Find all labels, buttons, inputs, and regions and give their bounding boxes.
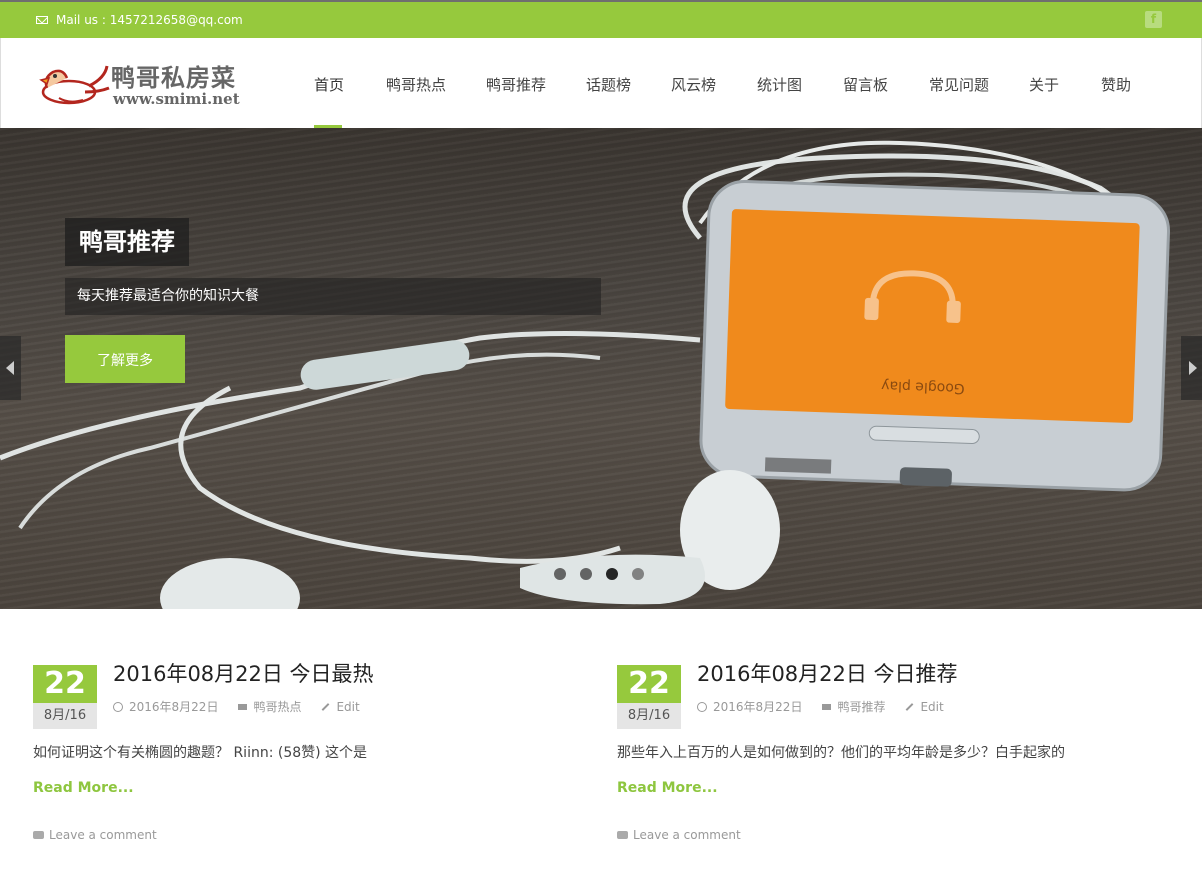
leave-comment-link[interactable]: Leave a comment bbox=[617, 828, 741, 842]
post-category[interactable]: 鸭哥热点 bbox=[253, 698, 301, 715]
facebook-icon[interactable]: f bbox=[1145, 11, 1162, 28]
nav-item-home[interactable]: 首页 bbox=[314, 74, 344, 95]
hero-subtitle: 每天推荐最适合你的知识大餐 bbox=[65, 278, 601, 315]
post-date-badge: 22 8月/16 bbox=[33, 665, 97, 729]
mail-text: Mail us : 1457212658@qq.com bbox=[56, 13, 243, 27]
nav-item-hot[interactable]: 鸭哥热点 bbox=[386, 74, 446, 95]
hero-slider: Google play 鸭哥推荐 每天推荐最适合你的知识大餐 了解更多 bbox=[0, 128, 1202, 609]
pencil-icon bbox=[322, 702, 330, 711]
leave-comment-label: Leave a comment bbox=[49, 828, 157, 842]
post-date[interactable]: 2016年8月22日 bbox=[129, 698, 218, 715]
logo-title: 鸭哥私房菜 bbox=[111, 63, 236, 92]
post-edit-link[interactable]: Edit bbox=[920, 700, 943, 714]
nav-item-sponsor[interactable]: 赞助 bbox=[1101, 74, 1131, 95]
slider-prev-button[interactable] bbox=[0, 336, 21, 400]
post-month-year: 8月/16 bbox=[33, 703, 97, 729]
folder-icon bbox=[238, 703, 248, 710]
slider-dot[interactable] bbox=[554, 568, 566, 580]
nav-item-about[interactable]: 关于 bbox=[1029, 74, 1059, 95]
leave-comment-label: Leave a comment bbox=[633, 828, 741, 842]
post-day: 22 bbox=[33, 665, 97, 703]
slider-dot[interactable] bbox=[632, 568, 644, 580]
slider-pagination bbox=[554, 568, 644, 580]
slider-dot[interactable] bbox=[580, 568, 592, 580]
top-bar: Mail us : 1457212658@qq.com f bbox=[0, 0, 1202, 38]
post-title[interactable]: 2016年08月22日 今日最热 bbox=[113, 658, 374, 688]
leave-comment-link[interactable]: Leave a comment bbox=[33, 828, 157, 842]
slider-dot-active[interactable] bbox=[606, 568, 618, 580]
nav-item-trending[interactable]: 风云榜 bbox=[671, 74, 716, 95]
screen-logo: Google play bbox=[881, 377, 965, 396]
envelope-icon bbox=[36, 16, 48, 24]
site-logo[interactable]: 鸭哥私房菜 www.smimi.net bbox=[39, 58, 251, 108]
learn-more-button[interactable]: 了解更多 bbox=[65, 335, 185, 383]
nav-item-stats[interactable]: 统计图 bbox=[757, 74, 802, 95]
nav-item-faq[interactable]: 常见问题 bbox=[929, 74, 989, 95]
clock-icon bbox=[697, 701, 707, 712]
nav-item-topics[interactable]: 话题榜 bbox=[586, 74, 631, 95]
comment-icon bbox=[617, 831, 628, 839]
post-month-year: 8月/16 bbox=[617, 703, 681, 729]
comment-icon bbox=[33, 831, 44, 839]
folder-icon bbox=[822, 703, 832, 710]
clock-icon bbox=[113, 701, 123, 712]
post-card: 22 8月/16 2016年08月22日 今日推荐 2016年8月22日 鸭哥推… bbox=[617, 658, 1177, 858]
duck-mascot-icon bbox=[39, 65, 110, 105]
post-category[interactable]: 鸭哥推荐 bbox=[837, 698, 885, 715]
post-day: 22 bbox=[617, 665, 681, 703]
read-more-link[interactable]: Read More... bbox=[33, 780, 134, 796]
nav-item-recommend[interactable]: 鸭哥推荐 bbox=[486, 74, 546, 95]
post-date-badge: 22 8月/16 bbox=[617, 665, 681, 729]
post-excerpt: 如何证明这个有关椭圆的趣题？ Riinn: (58赞) 这个是 bbox=[33, 745, 368, 761]
post-title[interactable]: 2016年08月22日 今日推荐 bbox=[697, 658, 958, 688]
contact-mail[interactable]: Mail us : 1457212658@qq.com bbox=[36, 12, 243, 28]
site-header: 鸭哥私房菜 www.smimi.net 首页 鸭哥热点 鸭哥推荐 话题榜 风云榜… bbox=[0, 38, 1202, 128]
slider-next-button[interactable] bbox=[1181, 336, 1202, 400]
chevron-left-icon bbox=[6, 361, 14, 375]
post-meta: 2016年8月22日 鸭哥热点 Edit bbox=[113, 698, 360, 715]
chevron-right-icon bbox=[1189, 361, 1197, 375]
hero-title: 鸭哥推荐 bbox=[65, 218, 189, 266]
post-edit-link[interactable]: Edit bbox=[336, 700, 359, 714]
nav-item-guestbook[interactable]: 留言板 bbox=[843, 74, 888, 95]
logo-url: www.smimi.net bbox=[113, 90, 240, 108]
pencil-icon bbox=[906, 702, 914, 711]
post-card: 22 8月/16 2016年08月22日 今日最热 2016年8月22日 鸭哥热… bbox=[33, 658, 593, 858]
post-meta: 2016年8月22日 鸭哥推荐 Edit bbox=[697, 698, 944, 715]
post-date[interactable]: 2016年8月22日 bbox=[713, 698, 802, 715]
post-excerpt: 那些年入上百万的人是如何做到的？他们的平均年龄是多少？白手起家的 bbox=[617, 745, 1065, 761]
read-more-link[interactable]: Read More... bbox=[617, 780, 718, 796]
